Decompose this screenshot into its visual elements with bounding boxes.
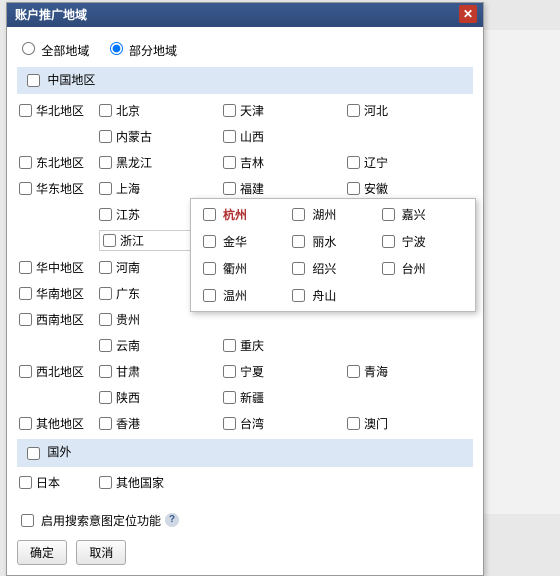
item-jilin[interactable]: 吉林	[223, 152, 347, 172]
region-huanan[interactable]: 华南地区	[19, 283, 99, 303]
item-qitaguo[interactable]: 其他国家	[99, 473, 223, 493]
button-row: 确定 取消	[17, 536, 473, 565]
city-hangzhou[interactable]: 杭州	[199, 205, 288, 224]
close-icon[interactable]: ✕	[459, 5, 477, 23]
city-zhoushan[interactable]: 舟山	[288, 286, 377, 305]
region-huabei[interactable]: 华北地区	[19, 100, 99, 120]
item-liaoning[interactable]: 辽宁	[347, 152, 471, 172]
intent-row[interactable]: 启用搜索意图定位功能 ?	[17, 505, 473, 536]
intent-label: 启用搜索意图定位功能	[41, 512, 161, 529]
region-dongbei[interactable]: 东北地区	[19, 152, 99, 172]
scope-partial-label[interactable]: 部分地域	[105, 44, 177, 58]
item-beijing[interactable]: 北京	[99, 100, 223, 120]
zhejiang-popover: 杭州 湖州 嘉兴 金华 丽水 宁波 衢州 绍兴 台州 温州 舟山	[190, 198, 476, 312]
item-qinghai[interactable]: 青海	[347, 361, 471, 381]
bottom-area: 启用搜索意图定位功能 ? 确定 取消	[17, 499, 473, 565]
region-xinan[interactable]: 西南地区	[19, 309, 99, 329]
scope-partial-text: 部分地域	[129, 44, 177, 58]
ok-button[interactable]: 确定	[17, 540, 67, 565]
scope-all-label[interactable]: 全部地域	[17, 44, 93, 58]
region-qita[interactable]: 其他地区	[19, 413, 99, 433]
region-xibei[interactable]: 西北地区	[19, 361, 99, 381]
item-guizhou[interactable]: 贵州	[99, 309, 223, 329]
item-ningxia[interactable]: 宁夏	[223, 361, 347, 381]
city-taizhou[interactable]: 台州	[378, 259, 467, 278]
section-abroad: 国外	[17, 439, 473, 466]
abroad-grid: 日本 其他国家	[17, 471, 473, 499]
checkbox-china[interactable]	[27, 74, 40, 87]
item-heilongjiang[interactable]: 黑龙江	[99, 152, 223, 172]
item-shaanxi[interactable]: 陕西	[99, 387, 223, 407]
city-jiaxing[interactable]: 嘉兴	[378, 205, 467, 224]
item-fujian[interactable]: 福建	[223, 178, 347, 198]
city-huzhou[interactable]: 湖州	[288, 205, 377, 224]
city-lishui[interactable]: 丽水	[288, 232, 377, 251]
scope-partial-radio[interactable]	[110, 42, 123, 55]
scope-all-radio[interactable]	[22, 42, 35, 55]
item-neimenggu[interactable]: 内蒙古	[99, 126, 223, 146]
section-china: 中国地区	[17, 67, 473, 94]
city-quzhou[interactable]: 衢州	[199, 259, 288, 278]
modal-titlebar: 账户推广地域 ✕	[7, 3, 483, 27]
item-xinjiang[interactable]: 新疆	[223, 387, 347, 407]
item-riben[interactable]: 日本	[19, 473, 99, 493]
item-chongqing[interactable]: 重庆	[223, 335, 347, 355]
city-jinhua[interactable]: 金华	[199, 232, 288, 251]
section-abroad-label: 国外	[47, 445, 71, 459]
item-hebei[interactable]: 河北	[347, 100, 471, 120]
section-china-label: 中国地区	[47, 73, 95, 87]
item-anhui[interactable]: 安徽	[347, 178, 471, 198]
item-yunnan[interactable]: 云南	[99, 335, 223, 355]
item-shanghai[interactable]: 上海	[99, 178, 223, 198]
item-xianggang[interactable]: 香港	[99, 413, 223, 433]
region-huazhong[interactable]: 华中地区	[19, 257, 99, 277]
city-shaoxing[interactable]: 绍兴	[288, 259, 377, 278]
checkbox-intent[interactable]	[21, 514, 34, 527]
checkbox-huabei[interactable]	[19, 104, 32, 117]
scope-all-text: 全部地域	[41, 44, 89, 58]
help-icon[interactable]: ?	[165, 513, 179, 527]
city-wenzhou[interactable]: 温州	[199, 286, 288, 305]
checkbox-abroad[interactable]	[27, 447, 40, 460]
item-aomen[interactable]: 澳门	[347, 413, 471, 433]
region-huadong[interactable]: 华东地区	[19, 178, 99, 198]
scope-row: 全部地域 部分地域	[17, 35, 473, 67]
item-shanxi1[interactable]: 山西	[223, 126, 347, 146]
item-gansu[interactable]: 甘肃	[99, 361, 223, 381]
modal-title: 账户推广地域	[15, 8, 87, 22]
city-ningbo[interactable]: 宁波	[378, 232, 467, 251]
cancel-button[interactable]: 取消	[76, 540, 126, 565]
item-tianjin[interactable]: 天津	[223, 100, 347, 120]
item-taiwan[interactable]: 台湾	[223, 413, 347, 433]
